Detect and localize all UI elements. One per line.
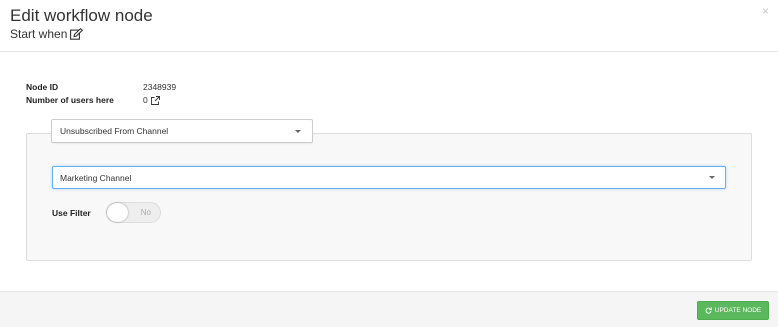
node-id-value: 2348939 [143, 82, 176, 92]
caret-down-icon [709, 176, 715, 179]
node-id-label: Node ID [26, 82, 59, 92]
use-filter-toggle[interactable]: No [106, 202, 161, 223]
channel-select-value: Marketing Channel [60, 172, 132, 183]
users-count-label: Number of users here [26, 95, 114, 105]
node-id-text: 2348939 [143, 82, 177, 92]
toggle-knob[interactable] [107, 203, 128, 222]
close-button[interactable]: × [762, 4, 769, 18]
channel-select[interactable]: Marketing Channel [52, 166, 726, 189]
modal-subtitle: Start when [10, 27, 84, 41]
edit-icon[interactable] [70, 28, 84, 40]
modal-title: Edit workflow node [10, 6, 153, 25]
users-count-value: 0 [143, 95, 160, 105]
condition-panel [26, 133, 752, 261]
subtitle-text: Start when [10, 27, 68, 41]
users-count-row: Number of users here 0 [26, 95, 160, 105]
modal-header: Edit workflow node Start when × [0, 0, 778, 52]
node-id-row: Node ID 2348939 [26, 82, 176, 92]
toggle-state-text: No [140, 208, 151, 217]
users-count-text: 0 [143, 95, 148, 105]
refresh-icon [705, 307, 712, 314]
update-node-label: UPDATE NODE [714, 307, 762, 314]
modal-footer [0, 291, 778, 327]
trigger-select[interactable]: Unsubscribed From Channel [51, 119, 313, 143]
update-node-button[interactable]: UPDATE NODE [697, 301, 769, 320]
external-link-icon[interactable] [150, 95, 160, 105]
use-filter-label: Use Filter [52, 208, 91, 218]
trigger-select-value: Unsubscribed From Channel [60, 126, 169, 136]
caret-down-icon [295, 130, 301, 133]
